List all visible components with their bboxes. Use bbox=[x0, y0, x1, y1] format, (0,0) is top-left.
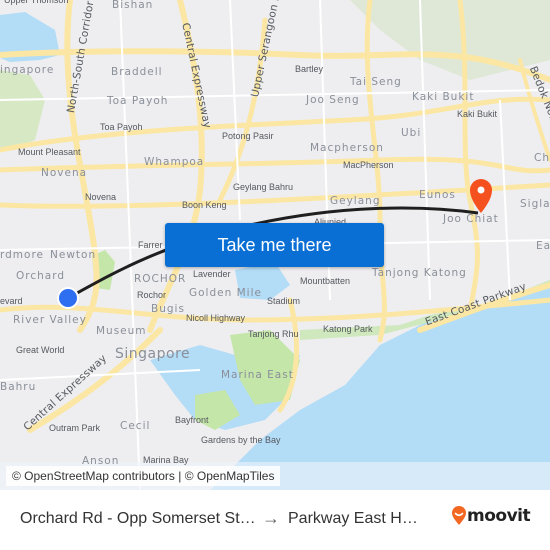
map-label: Bahru bbox=[0, 381, 37, 393]
moovit-logo[interactable]: moovit bbox=[451, 506, 531, 526]
arrow-right-icon: → bbox=[262, 508, 280, 528]
map-label: Cha bbox=[534, 152, 550, 164]
map-label: Toa Payoh bbox=[107, 95, 169, 107]
map-label: Marina Bay bbox=[143, 455, 189, 465]
map-label: rdmore bbox=[0, 249, 44, 261]
map-label: Siglap bbox=[520, 198, 550, 210]
map-label: Cecil bbox=[120, 420, 151, 432]
map-label: Bartley bbox=[295, 64, 324, 74]
attribution-text: © OpenStreetMap contributors | © OpenMap… bbox=[12, 469, 275, 483]
map-label: Joo Seng bbox=[306, 94, 360, 106]
map-label: Bishan bbox=[112, 0, 154, 11]
map-label: Lavender bbox=[193, 269, 231, 279]
destination-name: Parkway East H… bbox=[288, 510, 418, 527]
map-label: Tai Seng bbox=[350, 76, 402, 88]
map-label: Tanjong Katong bbox=[372, 267, 467, 279]
park bbox=[0, 70, 45, 150]
map-label: Joo Chiat bbox=[443, 213, 499, 225]
map-label: Eunos bbox=[419, 189, 456, 201]
map-label: Museum bbox=[96, 325, 147, 337]
map-label: MacPherson bbox=[343, 160, 394, 170]
map-label: Novena bbox=[41, 167, 88, 179]
map-label: Ea bbox=[536, 240, 550, 252]
map-label: Farrer bbox=[138, 240, 163, 250]
map-label: Singapore bbox=[115, 346, 191, 362]
map-label: Geylang bbox=[330, 195, 381, 207]
footer: Orchard Rd - Opp Somerset St… → Parkway … bbox=[0, 490, 550, 550]
map-label: Stadium bbox=[267, 296, 301, 306]
map-label: Rochor bbox=[137, 290, 167, 300]
map-label: ROCHOR bbox=[134, 273, 187, 285]
map-label: Katong Park bbox=[323, 324, 373, 334]
map-label: Kaki Bukit bbox=[457, 109, 498, 119]
map-label: Marina East bbox=[221, 369, 294, 381]
map-label: Braddell bbox=[111, 66, 163, 78]
map-label: Potong Pasir bbox=[222, 131, 274, 141]
map-label: Ubi bbox=[401, 127, 422, 139]
map[interactable]: Upper Thomson Bishan ingapore North-Sout… bbox=[0, 0, 550, 490]
origin-name: Orchard Rd - Opp Somerset St… bbox=[20, 510, 256, 527]
map-label: Great World bbox=[16, 345, 65, 355]
map-label: Anson bbox=[82, 455, 120, 467]
map-label: Boon Keng bbox=[182, 200, 227, 210]
map-label: Nicoll Highway bbox=[186, 313, 246, 323]
map-label: Golden Mile bbox=[189, 287, 262, 299]
map-label: Kaki Bukit bbox=[412, 91, 475, 103]
map-label: River Valley bbox=[13, 314, 87, 326]
map-label: Novena bbox=[85, 192, 117, 202]
origin-marker[interactable] bbox=[59, 289, 77, 307]
map-label: evard bbox=[0, 296, 23, 306]
map-label: Upper Thomson bbox=[4, 0, 69, 5]
map-label: Mountbatten bbox=[300, 276, 351, 286]
moovit-wordmark: moovit bbox=[467, 506, 531, 526]
map-label: Orchard bbox=[16, 270, 66, 282]
map-attribution[interactable]: © OpenStreetMap contributors | © OpenMap… bbox=[6, 466, 281, 486]
map-label: Geylang Bahru bbox=[233, 182, 294, 192]
map-label: Mount Pleasant bbox=[18, 147, 81, 157]
map-label: Outram Park bbox=[49, 423, 101, 433]
map-label: Bayfront bbox=[175, 415, 209, 425]
map-label: Whampoa bbox=[144, 156, 205, 168]
map-label: Toa Payoh bbox=[100, 122, 143, 132]
map-label: Bugis bbox=[151, 303, 185, 315]
map-label: ingapore bbox=[0, 64, 55, 76]
moovit-pin-icon bbox=[452, 506, 466, 525]
map-label: Tanjong Rhu bbox=[248, 329, 299, 339]
map-label: Newton bbox=[50, 249, 97, 261]
map-label: Gardens by the Bay bbox=[201, 435, 281, 445]
take-me-there-button[interactable]: Take me there bbox=[165, 223, 384, 267]
map-label: Macpherson bbox=[310, 142, 384, 154]
